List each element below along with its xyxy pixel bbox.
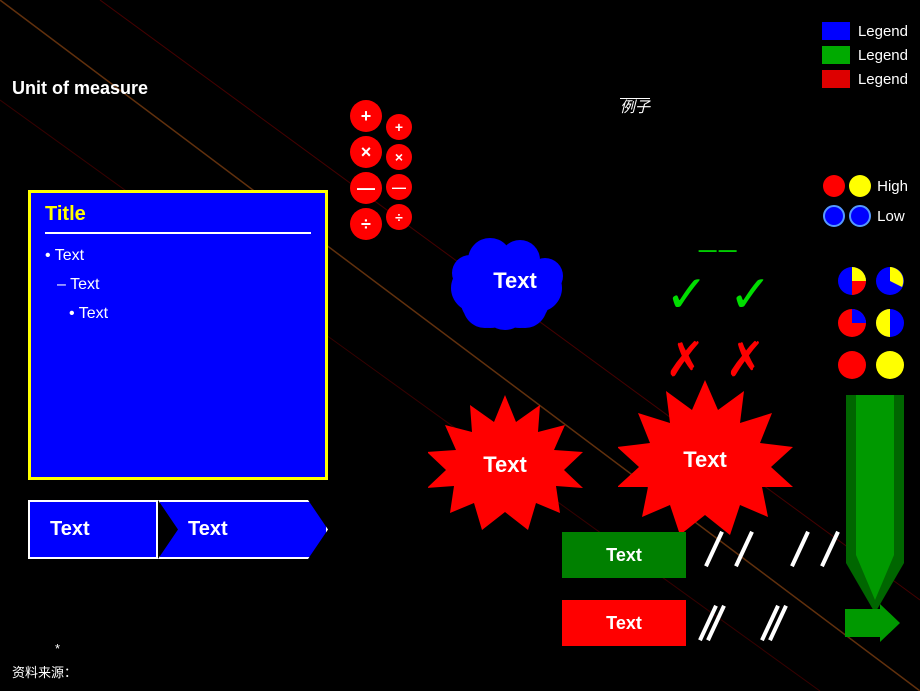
checkmark-2: ✓ (729, 269, 773, 321)
arrow-right-text: Text (188, 518, 228, 541)
blue-box-title: Title (45, 203, 311, 226)
blue-box-list: Text Text Text (45, 242, 311, 328)
slash-3 (790, 531, 810, 567)
footnote-asterisk: * (55, 641, 60, 656)
pie-chart-2 (874, 265, 906, 297)
op-plus-2: + (386, 114, 412, 140)
legend-item-red: Legend (822, 70, 908, 88)
burst-left-shape: Text (428, 390, 583, 535)
burst-left-container: Text (428, 390, 583, 540)
green-arrow-small (845, 604, 900, 647)
green-dash: —— (665, 240, 772, 261)
operators-col1: + × — ÷ (350, 100, 382, 240)
legend-item-green: Legend (822, 46, 908, 64)
low-row: Low (823, 205, 908, 227)
op-times-1: × (350, 136, 382, 168)
chinese-label: 例子 (620, 96, 650, 117)
checkmark-1: ✓ (665, 269, 709, 321)
operators-container: + × — ÷ + × — ÷ (350, 100, 412, 240)
double-slash-right (768, 604, 780, 642)
list-item-2: Text (45, 271, 311, 300)
arrow-left-text: Text (50, 518, 90, 541)
green-arrow-tall (846, 395, 904, 618)
green-arrow-small-svg (845, 604, 900, 642)
low-circles (823, 205, 871, 227)
pie-chart-3 (836, 307, 868, 339)
slash-2 (734, 531, 754, 567)
gap-mid2 (732, 604, 754, 642)
pie-chart-5 (836, 349, 868, 381)
op-div-2: ÷ (386, 204, 412, 230)
op-times-2: × (386, 144, 412, 170)
cloud-text: Text (493, 268, 537, 294)
arrow-left-section: Text (28, 500, 158, 559)
slash-lines-area (706, 530, 838, 642)
double-slash-left (706, 604, 718, 642)
legend-color-blue (822, 22, 850, 40)
pie-circles-container (836, 265, 906, 381)
high-circles (823, 175, 871, 197)
pie-chart-4 (874, 307, 906, 339)
legend-color-green (822, 46, 850, 64)
list-item-3: Text (45, 300, 311, 329)
high-low-legend: High Low (823, 175, 908, 227)
arrow-banner: Text Text (28, 500, 328, 559)
green-arrow-tall-svg (846, 395, 904, 613)
red-text-box: Text (562, 600, 686, 646)
slash-1 (704, 531, 724, 567)
high-circle-red (823, 175, 845, 197)
legend-container: Legend Legend Legend (822, 22, 908, 88)
burst-right-shape: Text (618, 375, 793, 540)
checkmark-area: —— ✓ ✓ ✗ ✗ (665, 240, 772, 385)
blue-list-box: Title Text Text Text (28, 190, 328, 480)
cloud-container: Text (430, 218, 600, 343)
pie-row-3 (836, 349, 906, 381)
svg-text:Text: Text (483, 452, 527, 477)
high-label: High (877, 178, 908, 195)
burst-right-container: Text (618, 375, 793, 545)
source-label: 资料来源： (12, 662, 77, 681)
high-row: High (823, 175, 908, 197)
legend-label-blue: Legend (858, 23, 908, 40)
pie-row-1 (836, 265, 906, 297)
double-slashes-row (706, 604, 838, 642)
blue-box-divider (45, 232, 311, 234)
unit-of-measure-label: Unit of measure (12, 78, 148, 99)
low-label: Low (877, 208, 905, 225)
gap-mid (766, 530, 778, 568)
single-slashes-row (706, 530, 838, 568)
checks-row: ✓ ✓ (665, 269, 772, 321)
red-box-label: Text (606, 613, 642, 634)
list-item-1: Text (45, 242, 311, 271)
pie-chart-1 (836, 265, 868, 297)
pie-row-2 (836, 307, 906, 339)
legend-item-blue: Legend (822, 22, 908, 40)
op-div-1: ÷ (350, 208, 382, 240)
op-minus-1: — (350, 172, 382, 204)
op-minus-2: — (386, 174, 412, 200)
legend-label-green: Legend (858, 47, 908, 64)
green-text-box: Text (562, 532, 686, 578)
slash-4 (820, 531, 840, 567)
legend-color-red (822, 70, 850, 88)
high-circle-yellow (849, 175, 871, 197)
op-plus-1: + (350, 100, 382, 132)
low-circle-blue2 (849, 205, 871, 227)
low-circle-blue1 (823, 205, 845, 227)
legend-label-red: Legend (858, 71, 908, 88)
svg-text:Text: Text (683, 447, 727, 472)
arrow-right-section: Text (158, 500, 328, 559)
green-box-label: Text (606, 545, 642, 566)
pie-chart-6 (874, 349, 906, 381)
operators-col2: + × — ÷ (386, 114, 412, 240)
